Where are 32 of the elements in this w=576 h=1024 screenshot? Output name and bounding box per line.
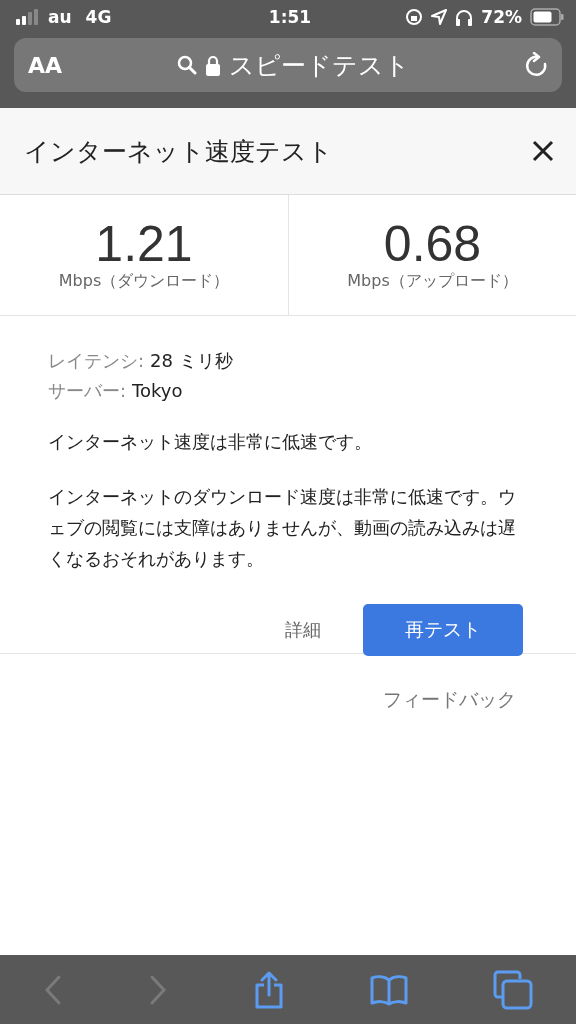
- detail-value: 28 ミリ秒: [150, 349, 233, 373]
- close-button[interactable]: [532, 140, 554, 162]
- bookmarks-icon[interactable]: [370, 973, 409, 1006]
- detail-label: レイテンシ:: [48, 349, 145, 373]
- battery-percent: 72%: [481, 7, 522, 27]
- details-link[interactable]: 詳細: [279, 617, 327, 643]
- carrier-label: au: [48, 7, 72, 27]
- speed-description: インターネットのダウンロード速度は非常に低速です。ウェブの閲覧には支障はありませんが、動画の読み込みは遅くなるおそれがあります。: [48, 485, 517, 571]
- battery-icon: [530, 8, 564, 26]
- detail-value: Tokyo: [132, 379, 183, 403]
- address-bar[interactable]: AA スピードテスト: [14, 38, 562, 92]
- clock: 1:51: [268, 7, 312, 27]
- location-icon: [431, 9, 448, 25]
- signal-icon: [16, 9, 40, 25]
- network-label: 4G: [85, 7, 112, 27]
- headphones-icon: [455, 8, 474, 26]
- lock-icon: [204, 54, 221, 76]
- detail-label: サーバー:: [48, 379, 127, 403]
- feedback-link[interactable]: フィードバック: [377, 686, 522, 714]
- speed-value: 0.68: [383, 218, 482, 269]
- page-title: スピードテスト: [228, 49, 410, 82]
- speed-unit: Mbps（アップロード）: [347, 270, 518, 292]
- rotation-lock-icon: [405, 8, 424, 26]
- search-icon: [176, 55, 197, 75]
- speed-unit: Mbps（ダウンロード）: [58, 270, 230, 292]
- reload-icon[interactable]: [524, 52, 548, 78]
- retest-button[interactable]: 再テスト: [363, 604, 523, 656]
- text-size-button[interactable]: AA: [28, 52, 63, 78]
- speed-value: 1.21: [95, 218, 193, 269]
- tabs-icon[interactable]: [493, 969, 534, 1010]
- dialog-title: インターネット速度テスト: [24, 135, 333, 168]
- speed-summary: インターネット速度は非常に低速です。: [48, 430, 373, 454]
